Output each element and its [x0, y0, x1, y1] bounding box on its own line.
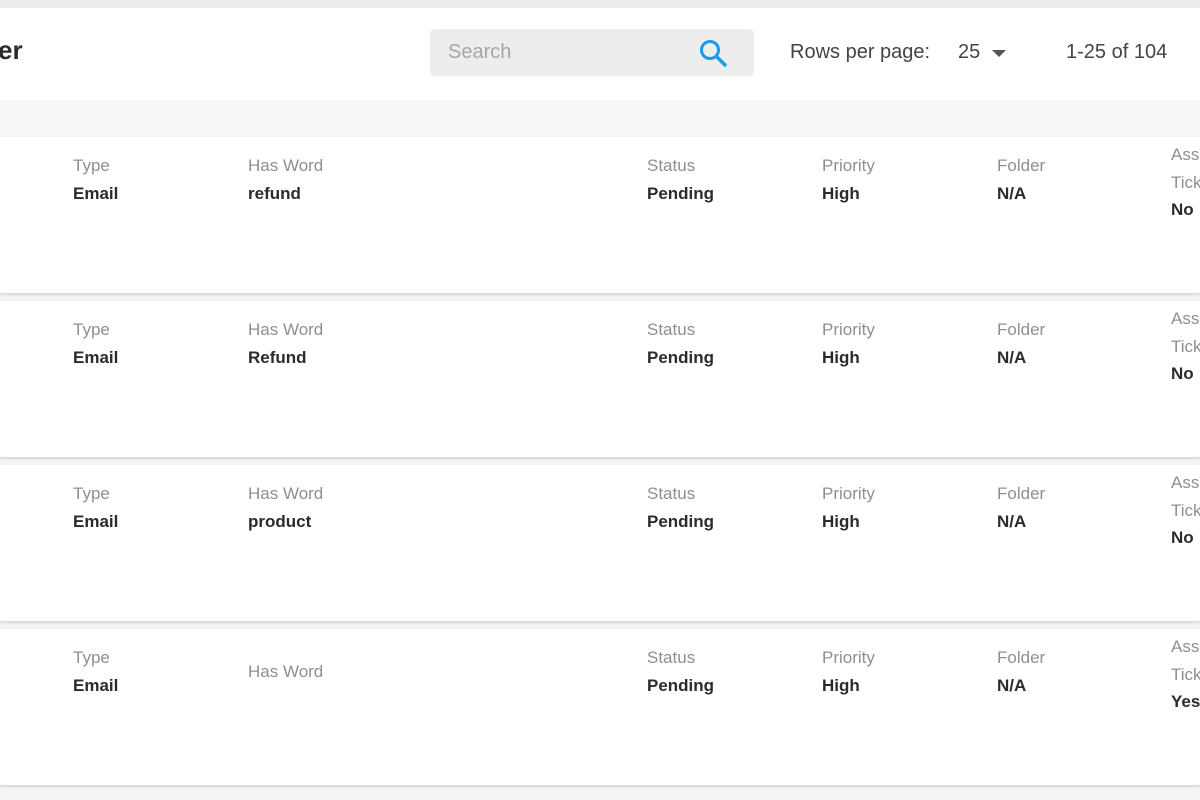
- assign-label-line-2: Tick: [1171, 337, 1200, 356]
- has-word-label: Has Word: [248, 484, 324, 503]
- list-item[interactable]: Type Email Has Word Status Pending Prior…: [0, 629, 1200, 785]
- folder-field: Folder N/A: [997, 319, 1045, 369]
- assign-ticket-field: Ass Tick No: [1171, 469, 1200, 551]
- assign-label-line-1: Ass: [1171, 637, 1200, 656]
- type-field: Type Email: [73, 155, 118, 205]
- assign-value: No: [1171, 200, 1194, 219]
- status-label: Status: [647, 156, 696, 175]
- priority-field: Priority High: [822, 155, 875, 205]
- priority-value: High: [822, 676, 860, 695]
- rows-per-page-select[interactable]: 25: [958, 38, 1014, 66]
- folder-label: Folder: [997, 484, 1046, 503]
- priority-value: High: [822, 512, 860, 531]
- type-field: Type Email: [73, 647, 118, 697]
- has-word-field: Has Word: [248, 661, 323, 683]
- search-input[interactable]: [430, 29, 698, 76]
- list-item[interactable]: Type Email Has Word refund Status Pendin…: [0, 137, 1200, 293]
- has-word-field: Has Word refund: [248, 155, 323, 205]
- has-word-label: Has Word: [248, 156, 324, 175]
- folder-value: N/A: [997, 348, 1027, 367]
- status-value: Pending: [647, 184, 715, 203]
- folder-label: Folder: [997, 156, 1046, 175]
- type-value: Email: [73, 512, 119, 531]
- priority-field: Priority High: [822, 647, 875, 697]
- page-header: er Rows per page: 25 1-25 of 104: [0, 8, 1200, 100]
- folder-value: N/A: [997, 512, 1027, 531]
- status-field: Status Pending: [647, 155, 714, 205]
- folder-value: N/A: [997, 676, 1027, 695]
- status-field: Status Pending: [647, 483, 714, 533]
- has-word-label: Has Word: [248, 662, 324, 681]
- status-value: Pending: [647, 512, 715, 531]
- assign-value: Yes: [1171, 692, 1200, 711]
- list-item[interactable]: Type Email Has Word product Status Pendi…: [0, 465, 1200, 621]
- priority-value: High: [822, 348, 860, 367]
- rows-per-page-label: Rows per page:: [790, 41, 931, 63]
- assign-ticket-field: Ass Tick No: [1171, 305, 1200, 387]
- priority-label: Priority: [822, 484, 875, 503]
- has-word-field: Has Word Refund: [248, 319, 323, 369]
- priority-label: Priority: [822, 156, 875, 175]
- page-title: er: [0, 35, 23, 65]
- list-item[interactable]: Type Email Has Word Refund Status Pendin…: [0, 301, 1200, 457]
- assign-value: No: [1171, 528, 1194, 547]
- status-value: Pending: [647, 676, 715, 695]
- search-icon[interactable]: [698, 38, 728, 68]
- type-field: Type Email: [73, 319, 118, 369]
- assign-label-line-2: Tick: [1171, 173, 1200, 192]
- assign-label-line-2: Tick: [1171, 501, 1200, 520]
- folder-label: Folder: [997, 648, 1046, 667]
- search-box[interactable]: [430, 29, 754, 76]
- status-label: Status: [647, 484, 696, 503]
- type-label: Type: [73, 648, 110, 667]
- priority-label: Priority: [822, 320, 875, 339]
- status-field: Status Pending: [647, 647, 714, 697]
- folder-field: Folder N/A: [997, 155, 1045, 205]
- has-word-value: refund: [248, 184, 301, 203]
- folder-field: Folder N/A: [997, 647, 1045, 697]
- status-field: Status Pending: [647, 319, 714, 369]
- has-word-value: product: [248, 512, 312, 531]
- status-label: Status: [647, 648, 696, 667]
- assign-ticket-field: Ass Tick Yes: [1171, 633, 1200, 715]
- status-value: Pending: [647, 348, 715, 367]
- type-field: Type Email: [73, 483, 118, 533]
- assign-label-line-1: Ass: [1171, 309, 1200, 328]
- assign-value: No: [1171, 364, 1194, 383]
- has-word-value: Refund: [248, 348, 307, 367]
- folder-label: Folder: [997, 320, 1046, 339]
- assign-ticket-field: Ass Tick No: [1171, 141, 1200, 223]
- priority-label: Priority: [822, 648, 875, 667]
- assign-label-line-1: Ass: [1171, 473, 1200, 492]
- top-strip: [0, 0, 1200, 8]
- has-word-field: Has Word product: [248, 483, 323, 533]
- status-label: Status: [647, 320, 696, 339]
- list-toolbar-band: [0, 100, 1200, 136]
- type-label: Type: [73, 156, 110, 175]
- type-label: Type: [73, 320, 110, 339]
- assign-label-line-2: Tick: [1171, 665, 1200, 684]
- has-word-label: Has Word: [248, 320, 324, 339]
- folder-field: Folder N/A: [997, 483, 1045, 533]
- caret-down-icon: [992, 50, 1006, 57]
- priority-field: Priority High: [822, 319, 875, 369]
- priority-field: Priority High: [822, 483, 875, 533]
- pagination-range: 1-25 of 104: [1066, 41, 1168, 63]
- priority-value: High: [822, 184, 860, 203]
- assign-label-line-1: Ass: [1171, 145, 1200, 164]
- folder-value: N/A: [997, 184, 1027, 203]
- rows-per-page-value: 25: [958, 41, 981, 63]
- type-value: Email: [73, 184, 119, 203]
- type-value: Email: [73, 348, 119, 367]
- type-value: Email: [73, 676, 119, 695]
- type-label: Type: [73, 484, 110, 503]
